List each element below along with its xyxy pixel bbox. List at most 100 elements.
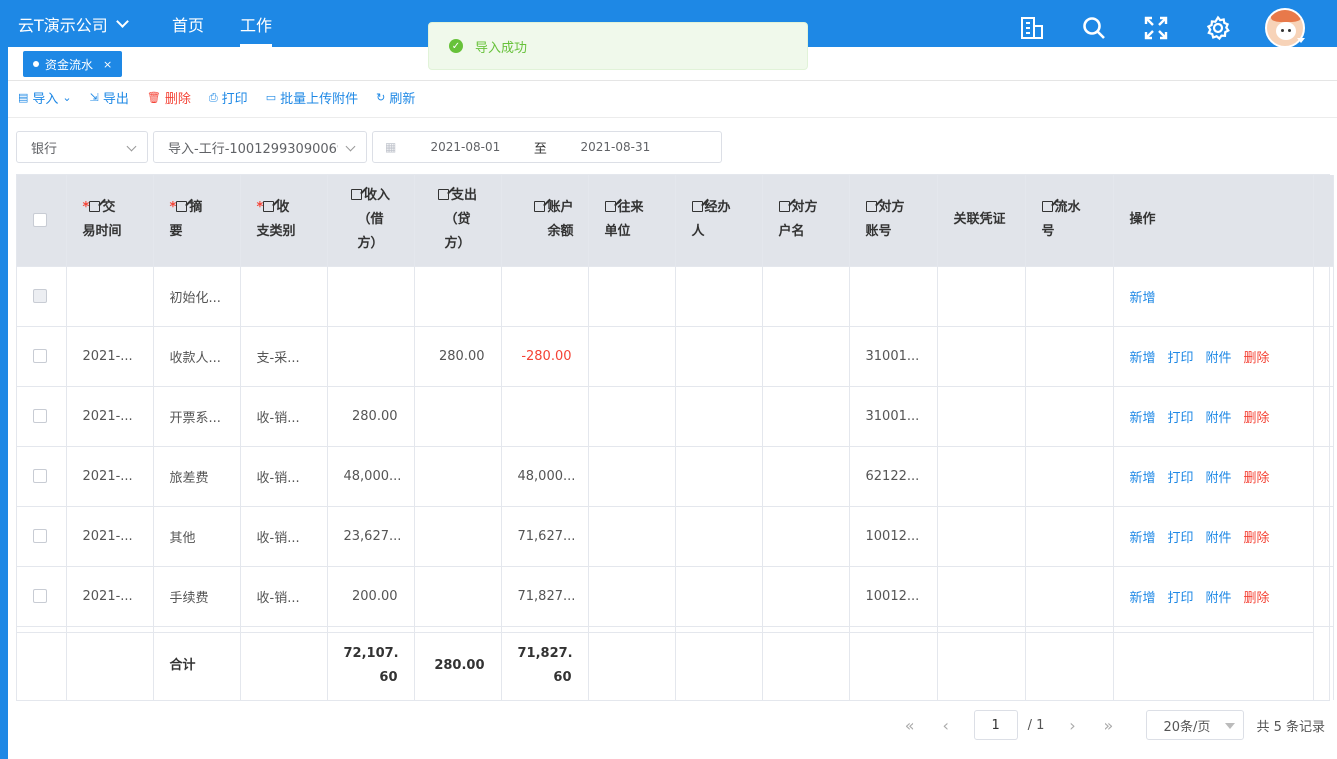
- gear-icon[interactable]: [1203, 13, 1233, 43]
- th-category: * 收支类别: [240, 175, 328, 267]
- cell-time: 2021-...: [66, 566, 154, 627]
- delete-link[interactable]: 删除: [1244, 347, 1270, 366]
- refresh-button[interactable]: ↻ 刷新: [376, 88, 415, 107]
- cell-expense: [414, 266, 502, 327]
- add-link[interactable]: 新增: [1130, 347, 1156, 366]
- table-row[interactable]: 2021-... 开票系... 收-销... 280.00 31001... 新增 打印 附件…: [17, 386, 1334, 447]
- th-voucher: 关联凭证: [937, 175, 1026, 267]
- row-select-cell: [17, 326, 67, 387]
- th-handler: 经办人: [675, 175, 763, 267]
- toolbar: ▤ 导入 ⌄ ⇲ 导出 🗑 删除 ⎙ 打印 ▭ 批量上传附件 ↻ 刷新: [18, 88, 415, 108]
- table-row[interactable]: 初始化... 新增: [17, 266, 1334, 327]
- cell-spacer: [1313, 386, 1334, 447]
- delete-button[interactable]: 🗑 删除: [147, 88, 191, 107]
- attachment-link[interactable]: 附件: [1206, 407, 1232, 426]
- search-icon[interactable]: [1079, 13, 1109, 43]
- cell-handler: [675, 566, 763, 627]
- account-value: 导入-工行-100129930900694: [168, 141, 338, 157]
- print-link[interactable]: 打印: [1168, 527, 1194, 546]
- date-from[interactable]: 2021-08-01: [410, 140, 520, 154]
- last-page-icon[interactable]: »: [1090, 710, 1126, 740]
- delete-link[interactable]: 删除: [1244, 527, 1270, 546]
- first-page-icon[interactable]: «: [892, 710, 928, 740]
- attachment-link[interactable]: 附件: [1206, 467, 1232, 486]
- prev-page-icon[interactable]: ‹: [928, 710, 964, 740]
- row-select-cell: [17, 506, 67, 567]
- company-switcher[interactable]: 云T演示公司: [18, 12, 129, 36]
- th-ops: 操作: [1113, 175, 1314, 267]
- account-select[interactable]: 导入-工行-100129930900694: [153, 131, 367, 163]
- cell-partner: [588, 266, 676, 327]
- add-link[interactable]: 新增: [1130, 587, 1156, 606]
- cell-cp-name: [762, 266, 850, 327]
- page-input[interactable]: 1: [973, 710, 1018, 740]
- print-link[interactable]: 打印: [1168, 407, 1194, 426]
- chevron-down-icon: [345, 141, 356, 152]
- nav-work[interactable]: 工作: [240, 12, 273, 47]
- cell-balance: [501, 386, 589, 447]
- filter-bar: 银行 导入-工行-100129930900694 ▦ 2021-08-01 至 …: [16, 131, 722, 163]
- add-link[interactable]: 新增: [1130, 467, 1156, 486]
- row-checkbox[interactable]: [33, 289, 47, 303]
- cell-ops: 新增 打印 附件 删除: [1113, 566, 1314, 627]
- type-select[interactable]: 银行: [16, 131, 148, 163]
- cell-category: 收-销...: [240, 446, 328, 507]
- cell-balance: 48,000...: [501, 446, 589, 507]
- row-checkbox[interactable]: [33, 529, 47, 543]
- total-income: 72,107. 60: [327, 632, 415, 701]
- caret-down-icon[interactable]: [1297, 38, 1305, 43]
- cell-cp-account: 31001...: [849, 326, 938, 387]
- cell-category: [240, 266, 328, 327]
- attachment-link[interactable]: 附件: [1206, 347, 1232, 366]
- nav-home[interactable]: 首页: [172, 12, 204, 47]
- row-checkbox[interactable]: [33, 349, 47, 363]
- building-icon[interactable]: [1017, 13, 1047, 43]
- print-link[interactable]: 打印: [1168, 467, 1194, 486]
- close-icon[interactable]: ×: [103, 58, 112, 71]
- date-to[interactable]: 2021-08-31: [560, 140, 670, 154]
- th-cp-name: 对方 户名: [762, 175, 850, 267]
- edit-icon: [176, 201, 188, 213]
- table-row[interactable]: 2021-... 旅差费 收-销... 48,000... 48,000... 62122…: [17, 446, 1334, 507]
- row-checkbox[interactable]: [33, 469, 47, 483]
- table-row[interactable]: 2021-... 手续费 收-销... 200.00 71,827... 10012...…: [17, 566, 1334, 627]
- batch-upload-button[interactable]: ▭ 批量上传附件: [266, 88, 358, 107]
- refresh-label: 刷新: [389, 92, 416, 107]
- row-checkbox[interactable]: [33, 589, 47, 603]
- cell-balance: 71,627...: [501, 506, 589, 567]
- printer-icon: ⎙: [208, 90, 218, 104]
- fullscreen-icon[interactable]: [1141, 13, 1171, 43]
- table-row[interactable]: 2021-... 收款人... 支-采... 280.00 -280.00 31001..…: [17, 326, 1334, 387]
- cell-expense: [414, 446, 502, 507]
- fund-flow-table: * 交易时间 * 摘要 * 收支类别 收入 （借 方） 支出 （贷 方） 账户 余额 往来 单位 …: [16, 174, 1334, 701]
- print-button[interactable]: ⎙ 打印: [208, 88, 248, 108]
- folder-icon: ▭: [265, 91, 277, 104]
- delete-link[interactable]: 删除: [1244, 407, 1270, 426]
- select-all-checkbox[interactable]: [33, 212, 47, 227]
- th-time: * 交易时间: [66, 175, 154, 267]
- next-page-icon[interactable]: ›: [1054, 710, 1090, 740]
- add-link[interactable]: 新增: [1130, 407, 1156, 426]
- add-link[interactable]: 新增: [1130, 287, 1156, 306]
- print-link[interactable]: 打印: [1168, 587, 1194, 606]
- print-link[interactable]: 打印: [1168, 347, 1194, 366]
- page-size-select[interactable]: 20条/页: [1146, 710, 1245, 740]
- delete-link[interactable]: 删除: [1244, 587, 1270, 606]
- attachment-link[interactable]: 附件: [1206, 527, 1232, 546]
- cell-summary: 收款人...: [153, 326, 241, 387]
- export-button[interactable]: ⇲ 导出: [90, 88, 129, 107]
- add-link[interactable]: 新增: [1130, 527, 1156, 546]
- tab-fund-flow[interactable]: 资金流水 ×: [23, 51, 123, 77]
- table-row[interactable]: 2021-... 其他 收-销... 23,627... 71,627... 10012.…: [17, 506, 1334, 567]
- delete-link[interactable]: 删除: [1244, 467, 1270, 486]
- th-income: 收入 （借 方）: [327, 175, 415, 267]
- cell-balance: -280.00: [501, 326, 589, 387]
- dot-icon: [33, 61, 39, 67]
- header-icons: [1017, 8, 1305, 48]
- import-button[interactable]: ▤ 导入 ⌄: [18, 88, 72, 107]
- date-range-picker[interactable]: ▦ 2021-08-01 至 2021-08-31: [372, 131, 722, 163]
- row-checkbox[interactable]: [33, 409, 47, 423]
- import-label: 导入: [32, 92, 59, 107]
- edit-icon: [1041, 201, 1053, 213]
- attachment-link[interactable]: 附件: [1206, 587, 1232, 606]
